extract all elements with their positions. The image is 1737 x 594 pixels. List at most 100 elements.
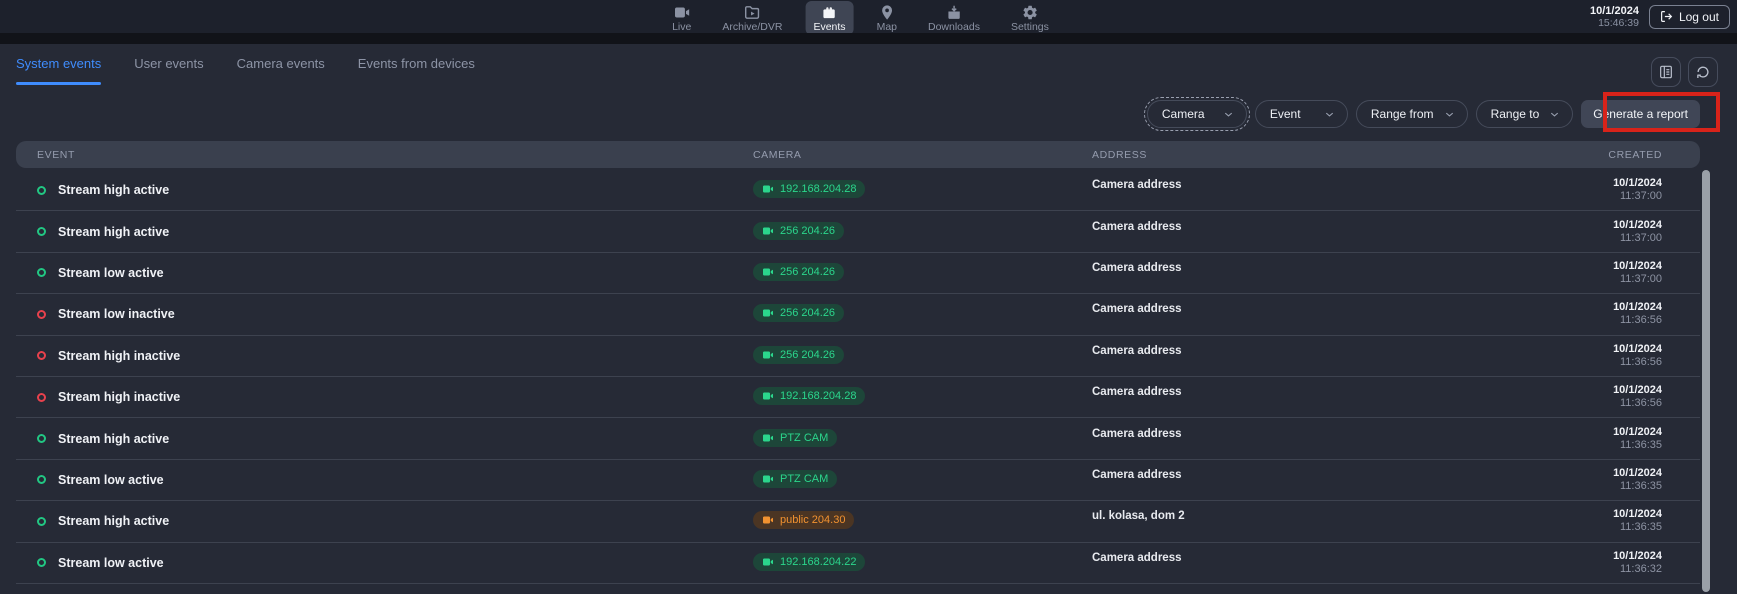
created-date: 10/1/2024 — [1361, 550, 1662, 563]
created-date: 10/1/2024 — [1361, 301, 1662, 314]
camera-badge[interactable]: 256 204.26 — [753, 346, 844, 364]
archive-folder-icon — [744, 4, 761, 21]
created-date: 10/1/2024 — [1361, 467, 1662, 480]
address-cell: Camera address — [1071, 552, 1361, 564]
refresh-button[interactable] — [1688, 57, 1718, 87]
camera-cell: 192.168.204.28 — [736, 387, 1071, 407]
column-header-camera: CAMERA — [736, 149, 1071, 161]
camera-icon — [762, 390, 774, 402]
tab-events-from-devices[interactable]: Events from devices — [358, 56, 475, 85]
report-table-button[interactable] — [1651, 57, 1681, 87]
download-icon — [945, 4, 962, 21]
nav-item-live[interactable]: Live — [664, 1, 699, 35]
vertical-scrollbar[interactable] — [1702, 170, 1710, 592]
main-content: System events User events Camera events … — [0, 44, 1737, 594]
camera-badge[interactable]: 192.168.204.22 — [753, 553, 865, 571]
generate-report-button[interactable]: Generate a report — [1581, 100, 1700, 128]
logout-button[interactable]: Log out — [1649, 5, 1730, 29]
created-time: 11:36:35 — [1361, 521, 1662, 534]
main-nav: Live Archive/DVR Events Map Downloads Se… — [664, 1, 1057, 35]
map-pin-icon — [878, 4, 895, 21]
table-row[interactable]: Stream high active public 204.30 ul. kol… — [16, 501, 1700, 542]
camera-icon — [762, 183, 774, 195]
logout-label: Log out — [1679, 10, 1719, 24]
camera-name: public 204.30 — [780, 514, 845, 526]
nav-item-settings[interactable]: Settings — [1003, 1, 1057, 35]
created-cell: 10/1/2024 11:36:35 — [1361, 426, 1700, 452]
tab-system-events[interactable]: System events — [16, 56, 101, 85]
camera-filter-dropdown[interactable]: Camera — [1147, 100, 1247, 128]
camera-badge[interactable]: public 204.30 — [753, 511, 854, 529]
created-cell: 10/1/2024 11:36:56 — [1361, 343, 1700, 369]
created-time: 11:37:00 — [1361, 190, 1662, 203]
event-cell: Stream low active — [16, 266, 736, 280]
event-cell: Stream low inactive — [16, 307, 736, 321]
camera-cell: 256 204.26 — [736, 346, 1071, 366]
event-cell: Stream high active — [16, 225, 736, 239]
filter-bar: Camera Event Range from Range to Generat… — [1147, 100, 1700, 128]
status-icon — [37, 310, 46, 319]
chevron-down-icon — [1549, 109, 1560, 120]
event-cell: Stream high active — [16, 183, 736, 197]
camera-icon — [762, 473, 774, 485]
camera-badge[interactable]: PTZ CAM — [753, 429, 837, 447]
event-cell: Stream high inactive — [16, 349, 736, 363]
camera-badge[interactable]: 256 204.26 — [753, 304, 844, 322]
event-filter-dropdown[interactable]: Event — [1255, 100, 1348, 128]
address-cell: ul. kolasa, dom 2 — [1071, 510, 1361, 522]
camera-name: PTZ CAM — [780, 473, 828, 485]
tab-user-events[interactable]: User events — [134, 56, 203, 85]
created-time: 11:36:56 — [1361, 397, 1662, 410]
range-to-dropdown[interactable]: Range to — [1476, 100, 1574, 128]
nav-item-downloads[interactable]: Downloads — [920, 1, 988, 35]
address-cell: Camera address — [1071, 262, 1361, 274]
event-name: Stream high active — [58, 432, 169, 446]
table-row[interactable]: Stream high active 256 204.26 Camera add… — [16, 211, 1700, 252]
camera-name: 192.168.204.28 — [780, 183, 856, 195]
table-row[interactable]: Stream low active 192.168.204.22 Camera … — [16, 543, 1700, 584]
event-filter-label: Event — [1270, 107, 1301, 121]
camera-badge[interactable]: PTZ CAM — [753, 470, 837, 488]
created-cell: 10/1/2024 11:37:00 — [1361, 219, 1700, 245]
event-name: Stream low inactive — [58, 307, 175, 321]
event-name: Stream low active — [58, 556, 164, 570]
table-row[interactable]: Stream low active 256 204.26 Camera addr… — [16, 253, 1700, 294]
status-icon — [37, 186, 46, 195]
event-cell: Stream high inactive — [16, 390, 736, 404]
table-row[interactable]: Stream high inactive 192.168.204.28 Came… — [16, 377, 1700, 418]
camera-badge[interactable]: 192.168.204.28 — [753, 180, 865, 198]
created-date: 10/1/2024 — [1361, 177, 1662, 190]
address-cell: Camera address — [1071, 221, 1361, 233]
tab-camera-events[interactable]: Camera events — [237, 56, 325, 85]
chevron-down-icon — [1444, 109, 1455, 120]
nav-item-map[interactable]: Map — [869, 1, 905, 35]
event-cell: Stream high active — [16, 432, 736, 446]
camera-badge[interactable]: 256 204.26 — [753, 263, 844, 281]
nav-label: Settings — [1011, 22, 1049, 33]
table-row[interactable]: Stream high inactive 256 204.26 Camera a… — [16, 336, 1700, 377]
table-row[interactable]: Stream high active 192.168.204.28 Camera… — [16, 170, 1700, 211]
event-name: Stream low active — [58, 266, 164, 280]
table-row[interactable]: Stream high active PTZ CAM Camera addres… — [16, 418, 1700, 459]
camera-cell: PTZ CAM — [736, 470, 1071, 490]
chevron-down-icon — [1324, 109, 1335, 120]
gear-icon — [1021, 4, 1038, 21]
column-header-event: EVENT — [16, 149, 736, 161]
created-time: 11:36:56 — [1361, 356, 1662, 369]
range-from-dropdown[interactable]: Range from — [1356, 100, 1468, 128]
topbar: Live Archive/DVR Events Map Downloads Se… — [0, 0, 1737, 33]
status-icon — [37, 434, 46, 443]
address-cell: Camera address — [1071, 303, 1361, 315]
camera-icon — [762, 514, 774, 526]
camera-badge[interactable]: 256 204.26 — [753, 222, 844, 240]
camera-badge[interactable]: 192.168.204.28 — [753, 387, 865, 405]
nav-item-events[interactable]: Events — [805, 1, 853, 35]
report-table-icon — [1658, 64, 1674, 80]
created-time: 11:36:35 — [1361, 480, 1662, 493]
current-date: 10/1/2024 — [1590, 5, 1639, 17]
range-from-label: Range from — [1371, 107, 1434, 121]
nav-item-archive-dvr[interactable]: Archive/DVR — [714, 1, 790, 35]
created-date: 10/1/2024 — [1361, 260, 1662, 273]
table-row[interactable]: Stream low inactive 256 204.26 Camera ad… — [16, 294, 1700, 335]
table-row[interactable]: Stream low active PTZ CAM Camera address… — [16, 460, 1700, 501]
